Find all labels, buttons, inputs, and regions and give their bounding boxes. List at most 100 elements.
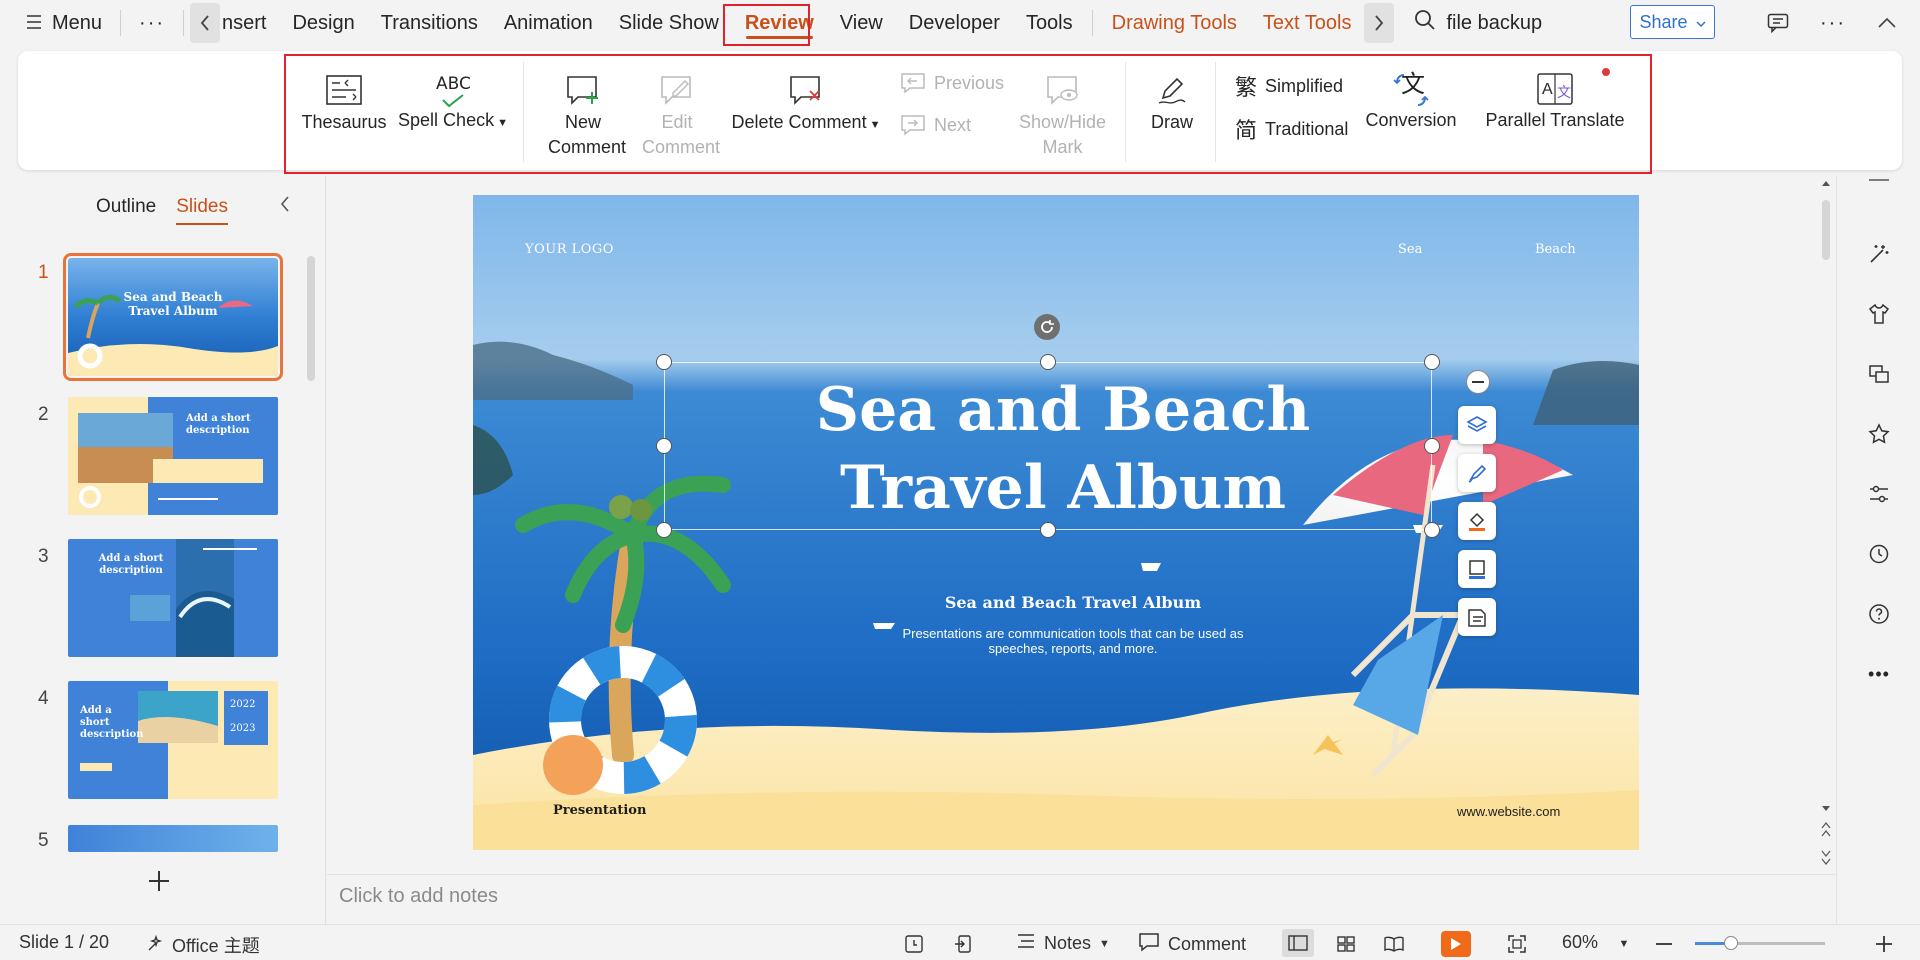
smart-arrange-icon[interactable] (902, 932, 926, 956)
star-icon[interactable] (1865, 420, 1893, 448)
comment-toggle[interactable]: Comment (1138, 932, 1246, 957)
thesaurus-button[interactable]: Thesaurus (301, 74, 387, 135)
fill-color-icon[interactable] (1458, 502, 1496, 540)
new-comment-button[interactable]: New Comment (538, 74, 628, 160)
edit-comment-button[interactable]: Edit Comment (632, 74, 722, 160)
draw-button[interactable]: Draw (1140, 74, 1204, 135)
fit-window-icon[interactable] (1505, 932, 1529, 956)
slide-thumbnail-5[interactable] (68, 825, 278, 852)
parallel-translate-button[interactable]: A 文 Parallel Translate (1480, 72, 1630, 133)
slides-layout-icon[interactable] (1865, 360, 1893, 388)
scroll-tabs-left-icon[interactable] (190, 3, 221, 43)
share-button[interactable]: Share (1630, 5, 1715, 39)
text-selection-box[interactable] (664, 362, 1432, 530)
tab-transitions[interactable]: Transitions (368, 3, 491, 43)
thesaurus-label: Thesaurus (301, 112, 387, 132)
help-icon[interactable] (1865, 600, 1893, 628)
previous-label: Previous (934, 72, 1005, 93)
slide-thumbnail-3[interactable]: Add a short description (68, 539, 278, 657)
scroll-tabs-right-icon[interactable] (1364, 3, 1395, 43)
notes-toggle[interactable]: Notes ▼ (1016, 932, 1110, 955)
tab-drawing-tools[interactable]: Drawing Tools (1099, 3, 1250, 43)
slide-2-preview-title: Add a short description (186, 413, 251, 436)
resize-handle[interactable] (1424, 438, 1440, 454)
magic-wand-icon[interactable] (1865, 240, 1893, 268)
conversion-button[interactable]: 文 Conversion (1362, 72, 1460, 133)
slide-thumbnail-2[interactable]: Add a short description (68, 397, 278, 515)
slide-thumbnail-1[interactable]: Sea and Beach Travel Album (63, 253, 283, 381)
text-box-icon[interactable] (1458, 598, 1496, 636)
resize-handle[interactable] (656, 354, 672, 370)
tab-design[interactable]: Design (279, 3, 367, 43)
reading-view-icon[interactable] (1382, 932, 1406, 956)
resize-handle[interactable] (1040, 354, 1056, 370)
tab-view[interactable]: View (827, 3, 896, 43)
more-options-icon[interactable]: ··· (127, 6, 177, 40)
format-brush-icon[interactable] (1458, 454, 1496, 492)
delete-comment-button[interactable]: Delete Comment ▼ (730, 74, 882, 138)
more-icon[interactable]: ••• (1865, 660, 1893, 688)
rotate-handle-icon[interactable] (1034, 314, 1060, 340)
tab-slides[interactable]: Slides (176, 196, 228, 225)
comments-icon[interactable] (1763, 8, 1793, 38)
previous-comment-icon (901, 73, 925, 94)
zoom-out-icon[interactable] (1652, 932, 1676, 956)
share-label: Share (1639, 11, 1688, 32)
tab-animation[interactable]: Animation (491, 3, 606, 43)
tab-slide-show[interactable]: Slide Show (606, 3, 732, 43)
simplified-button[interactable]: 繁 Simplified (1235, 70, 1343, 102)
traditional-button[interactable]: 简 Traditional (1235, 113, 1348, 145)
slide-nav-beach[interactable]: Beach (1535, 242, 1576, 257)
search-box[interactable]: file backup (1414, 9, 1542, 37)
menu-label: Menu (52, 11, 103, 34)
outline-icon[interactable] (1458, 550, 1496, 588)
slide-subtitle[interactable]: Sea and Beach Travel Album (763, 593, 1383, 612)
menu-button[interactable]: Menu (14, 6, 114, 40)
tab-developer[interactable]: Developer (896, 3, 1013, 43)
tab-review[interactable]: Review (732, 3, 827, 43)
tab-outline[interactable]: Outline (96, 196, 156, 218)
zoom-in-icon[interactable] (1872, 932, 1896, 956)
resize-handle[interactable] (1424, 354, 1440, 370)
notes-area[interactable]: Click to add notes (327, 874, 1835, 924)
collapse-float-tools-icon[interactable] (1466, 370, 1490, 394)
previous-comment-button[interactable]: Previous (900, 72, 1004, 94)
normal-view-icon[interactable] (1282, 929, 1314, 957)
zoom-slider[interactable] (1695, 936, 1825, 950)
slideshow-play-button[interactable] (1440, 930, 1472, 958)
collapse-ribbon-icon[interactable] (1872, 8, 1902, 38)
slide-footer-right[interactable]: www.website.com (1457, 804, 1560, 819)
sliders-icon[interactable] (1865, 480, 1893, 508)
resize-handle[interactable] (656, 522, 672, 538)
resize-handle[interactable] (656, 438, 672, 454)
slide-nav-sea[interactable]: Sea (1398, 242, 1422, 257)
zoom-value[interactable]: 60% (1562, 932, 1598, 953)
add-slide-button[interactable] (147, 864, 171, 901)
tab-insert[interactable]: nsert (222, 3, 279, 43)
slide-footer-left[interactable]: Presentation (553, 803, 646, 818)
next-comment-button[interactable]: Next (900, 114, 971, 136)
minimize-icon[interactable] (1865, 166, 1893, 194)
slide-logo-text[interactable]: YOUR LOGO (525, 242, 614, 257)
theme-indicator[interactable]: Office 主题 (144, 932, 260, 958)
zoom-dropdown-chevron-icon[interactable]: ▼ (1612, 932, 1636, 956)
resize-handle[interactable] (1040, 522, 1056, 538)
slide-description-line1[interactable]: Presentations are communication tools th… (763, 626, 1383, 641)
resize-handle[interactable] (1424, 522, 1440, 538)
more-icon[interactable]: ··· (1818, 8, 1848, 38)
shirt-icon[interactable] (1865, 300, 1893, 328)
grid-view-icon[interactable] (1334, 932, 1358, 956)
collapse-panel-icon[interactable] (280, 196, 290, 217)
spell-check-button[interactable]: ABC Spell Check ▼ (398, 72, 508, 136)
present-device-icon[interactable] (952, 932, 976, 956)
history-icon[interactable] (1865, 540, 1893, 568)
canvas-scrollbar[interactable] (1816, 176, 1836, 876)
layers-icon[interactable] (1458, 406, 1496, 444)
show-hide-mark-button[interactable]: Show/Hide Mark (1010, 74, 1115, 160)
zoom-slider-knob[interactable] (1724, 936, 1738, 950)
panel-scrollbar[interactable] (307, 256, 315, 381)
slide-description-line2[interactable]: speeches, reports, and more. (763, 641, 1383, 656)
slide-thumbnail-4[interactable]: Add a short description 2022 2023 (68, 681, 278, 799)
tab-tools[interactable]: Tools (1013, 3, 1086, 43)
tab-text-tools[interactable]: Text Tools (1250, 3, 1365, 43)
